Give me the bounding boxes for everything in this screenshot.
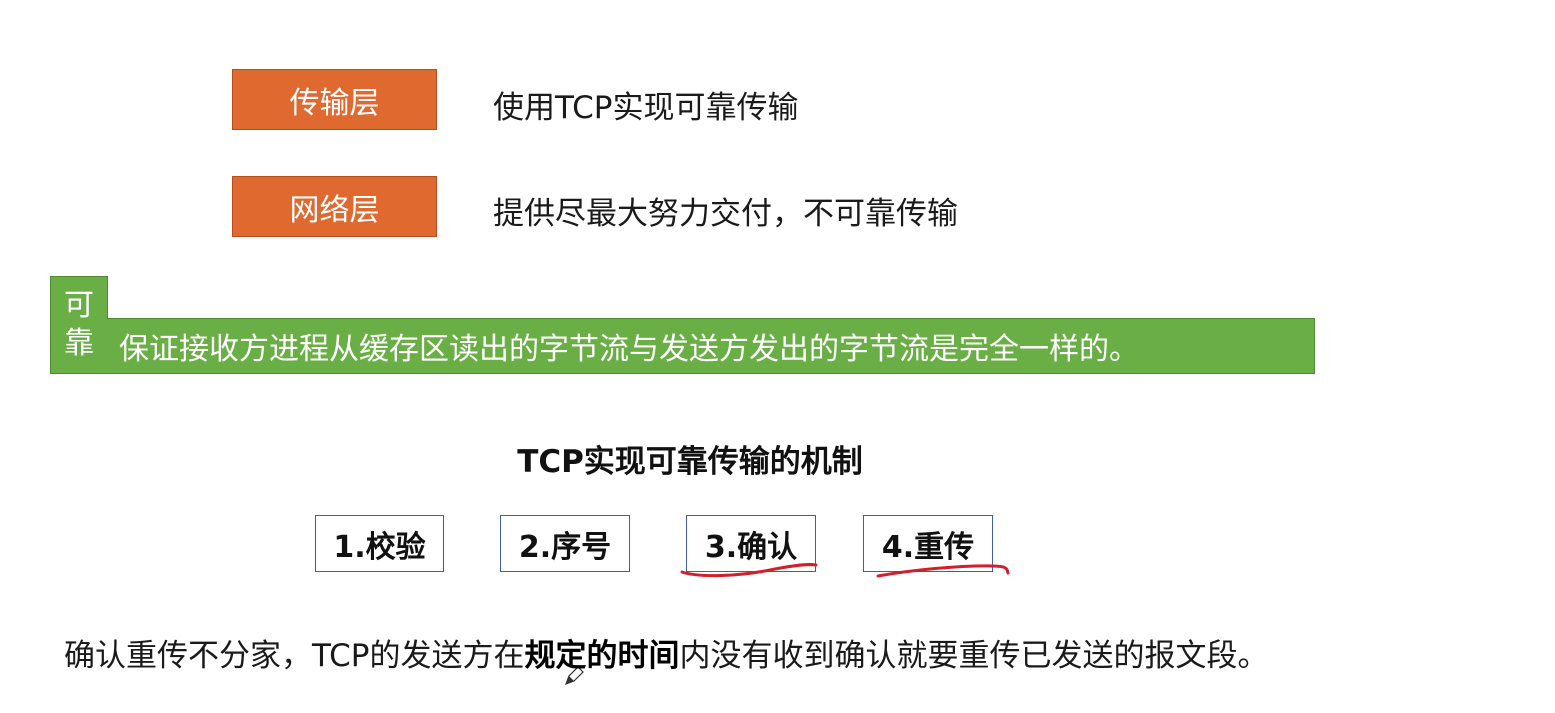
reliable-tag: 可 靠 <box>50 276 108 374</box>
reliable-definition-bar: 保证接收方进程从缓存区读出的字节流与发送方发出的字节流是完全一样的。 <box>107 318 1315 374</box>
summary-before: 确认重传不分家，TCP的发送方在 <box>64 638 525 674</box>
network-layer-box: 网络层 <box>232 176 437 237</box>
mechanism-sequence-number: 2.序号 <box>500 515 630 572</box>
reliable-tag-char: 可 <box>64 288 94 323</box>
mechanism-label: 1.校验 <box>333 529 426 565</box>
mechanisms-title: TCP实现可靠传输的机制 <box>517 444 863 480</box>
summary-after: 内没有收到确认就要重传已发送的报文段。 <box>679 638 1269 674</box>
mechanism-label: 4.重传 <box>881 529 975 565</box>
reliable-tag-char: 靠 <box>64 326 94 361</box>
transport-layer-box: 传输层 <box>232 69 437 130</box>
mechanism-checksum: 1.校验 <box>315 515 444 572</box>
mechanism-acknowledgement: 3.确认 <box>686 515 816 572</box>
transport-layer-label: 传输层 <box>289 85 380 121</box>
reliable-definition-text: 保证接收方进程从缓存区读出的字节流与发送方发出的字节流是完全一样的。 <box>119 332 1139 367</box>
mechanism-retransmission: 4.重传 <box>863 515 993 572</box>
network-layer-label: 网络层 <box>289 192 380 228</box>
summary-emphasis: 规定的时间 <box>524 638 680 674</box>
summary-sentence: 确认重传不分家，TCP的发送方在规定的时间内没有收到确认就要重传已发送的报文段。 <box>64 630 1268 675</box>
network-layer-description: 提供尽最大努力交付，不可靠传输 <box>493 196 958 232</box>
mechanism-label: 2.序号 <box>518 529 612 565</box>
mechanism-label: 3.确认 <box>704 529 798 565</box>
transport-layer-description: 使用TCP实现可靠传输 <box>493 90 799 126</box>
